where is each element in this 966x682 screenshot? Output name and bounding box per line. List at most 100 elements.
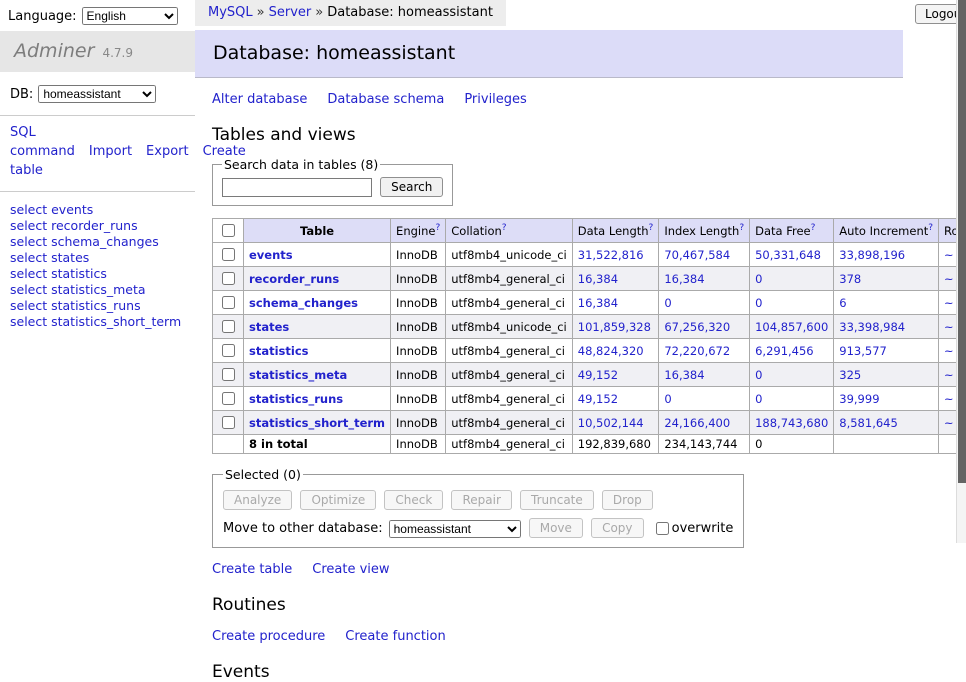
search-button[interactable]: Search [380, 177, 443, 197]
sidebar-link-export[interactable]: Export [146, 144, 189, 159]
select-all-checkbox[interactable] [222, 224, 235, 237]
collation-help-link[interactable]: ? [502, 223, 507, 233]
data-free-link[interactable]: 104,857,600 [755, 320, 828, 334]
row-checkbox[interactable] [222, 344, 235, 357]
create-procedure-link[interactable]: Create procedure [212, 629, 325, 644]
sidebar-link-sql-command[interactable]: SQL command [10, 125, 75, 159]
table-link[interactable]: statistics_runs [249, 392, 343, 406]
auto-increment-link[interactable]: 378 [839, 272, 861, 286]
language-select[interactable]: English [82, 7, 178, 25]
auto-increment-link[interactable]: 8,581,645 [839, 416, 898, 430]
alter-database-link[interactable]: Alter database [212, 92, 307, 107]
repair-button[interactable]: Repair [451, 490, 511, 510]
create-function-link[interactable]: Create function [345, 629, 445, 644]
privileges-link[interactable]: Privileges [464, 92, 527, 107]
data-length-link[interactable]: 10,502,144 [578, 416, 644, 430]
data-length-link[interactable]: 48,824,320 [578, 344, 644, 358]
move-button[interactable]: Move [529, 518, 583, 538]
data-length-link[interactable]: 49,152 [578, 368, 618, 382]
table-row: statistics_runs InnoDB utf8mb4_general_c… [213, 387, 966, 411]
scrollbar[interactable] [956, 0, 966, 543]
auto-increment-link[interactable]: 6 [839, 296, 846, 310]
data-free-link[interactable]: 6,291,456 [755, 344, 814, 358]
routines-heading: Routines [212, 595, 903, 615]
index-length-help-link[interactable]: ? [739, 223, 744, 233]
app-version: 4.7.9 [102, 46, 133, 60]
create-view-link[interactable]: Create view [312, 562, 389, 577]
sidebar-link-import[interactable]: Import [89, 144, 132, 159]
data-free-link[interactable]: 0 [755, 296, 762, 310]
overwrite-checkbox[interactable] [656, 522, 669, 535]
data-free-link[interactable]: 0 [755, 368, 762, 382]
breadcrumb-server[interactable]: Server [269, 5, 312, 20]
optimize-button[interactable]: Optimize [300, 490, 376, 510]
data-length-link[interactable]: 101,859,328 [578, 320, 651, 334]
scrollbar-thumb[interactable] [958, 0, 966, 483]
table-link[interactable]: states [249, 320, 289, 334]
table-link[interactable]: schema_changes [249, 296, 358, 310]
collation-cell: utf8mb4_unicode_ci [446, 315, 573, 339]
table-link[interactable]: statistics_short_term [249, 416, 385, 430]
index-length-link[interactable]: 67,256,320 [664, 320, 730, 334]
check-button[interactable]: Check [384, 490, 443, 510]
sidebar-select-statistics-meta[interactable]: select statistics_meta [10, 282, 146, 297]
data-free-link[interactable]: 188,743,680 [755, 416, 828, 430]
table-link[interactable]: statistics [249, 344, 309, 358]
index-length-link[interactable]: 24,166,400 [664, 416, 730, 430]
tables-and-views-heading: Tables and views [212, 125, 903, 145]
database-schema-link[interactable]: Database schema [327, 92, 444, 107]
drop-button[interactable]: Drop [602, 490, 653, 510]
truncate-button[interactable]: Truncate [520, 490, 594, 510]
data-free-link[interactable]: 0 [755, 392, 762, 406]
sidebar-select-statistics-runs[interactable]: select statistics_runs [10, 298, 141, 313]
auto-increment-link[interactable]: 33,898,196 [839, 248, 905, 262]
auto-increment-link[interactable]: 33,398,984 [839, 320, 905, 334]
index-length-link[interactable]: 72,220,672 [664, 344, 730, 358]
auto-increment-help-link[interactable]: ? [928, 223, 933, 233]
auto-increment-link[interactable]: 39,999 [839, 392, 879, 406]
sidebar-select-states[interactable]: select states [10, 250, 89, 265]
index-length-link[interactable]: 0 [664, 296, 671, 310]
data-length-link[interactable]: 49,152 [578, 392, 618, 406]
sidebar-select-statistics-short-term[interactable]: select statistics_short_term [10, 314, 181, 329]
engine-help-link[interactable]: ? [435, 223, 440, 233]
table-link[interactable]: statistics_meta [249, 368, 347, 382]
data-length-link[interactable]: 16,384 [578, 296, 618, 310]
breadcrumb-mysql[interactable]: MySQL [208, 5, 253, 20]
data-length-help-link[interactable]: ? [649, 223, 654, 233]
index-length-link[interactable]: 0 [664, 392, 671, 406]
column-header-table[interactable]: Table [244, 219, 391, 243]
engine-cell: InnoDB [391, 339, 446, 363]
db-select[interactable]: homeassistant [38, 85, 156, 103]
auto-increment-link[interactable]: 913,577 [839, 344, 887, 358]
auto-increment-link[interactable]: 325 [839, 368, 861, 382]
move-db-select[interactable]: homeassistant [389, 520, 521, 538]
index-length-link[interactable]: 16,384 [664, 272, 704, 286]
create-table-link[interactable]: Create table [212, 562, 292, 577]
row-checkbox[interactable] [222, 296, 235, 309]
row-checkbox[interactable] [222, 248, 235, 261]
index-length-link[interactable]: 16,384 [664, 368, 704, 382]
table-link[interactable]: events [249, 248, 293, 262]
table-link[interactable]: recorder_runs [249, 272, 339, 286]
data-free-link[interactable]: 50,331,648 [755, 248, 821, 262]
row-checkbox[interactable] [222, 392, 235, 405]
search-legend: Search data in tables (8) [222, 157, 380, 172]
data-free-link[interactable]: 0 [755, 272, 762, 286]
collation-cell: utf8mb4_general_ci [446, 291, 573, 315]
index-length-link[interactable]: 70,467,584 [664, 248, 730, 262]
sidebar-select-statistics[interactable]: select statistics [10, 266, 107, 281]
search-input[interactable] [222, 178, 372, 197]
data-free-help-link[interactable]: ? [811, 223, 816, 233]
data-length-link[interactable]: 31,522,816 [578, 248, 644, 262]
sidebar-select-recorder-runs[interactable]: select recorder_runs [10, 218, 138, 233]
sidebar-select-schema-changes[interactable]: select schema_changes [10, 234, 159, 249]
row-checkbox[interactable] [222, 272, 235, 285]
copy-button[interactable]: Copy [591, 518, 643, 538]
row-checkbox[interactable] [222, 368, 235, 381]
analyze-button[interactable]: Analyze [223, 490, 292, 510]
sidebar-select-events[interactable]: select events [10, 202, 93, 217]
row-checkbox[interactable] [222, 416, 235, 429]
row-checkbox[interactable] [222, 320, 235, 333]
data-length-link[interactable]: 16,384 [578, 272, 618, 286]
